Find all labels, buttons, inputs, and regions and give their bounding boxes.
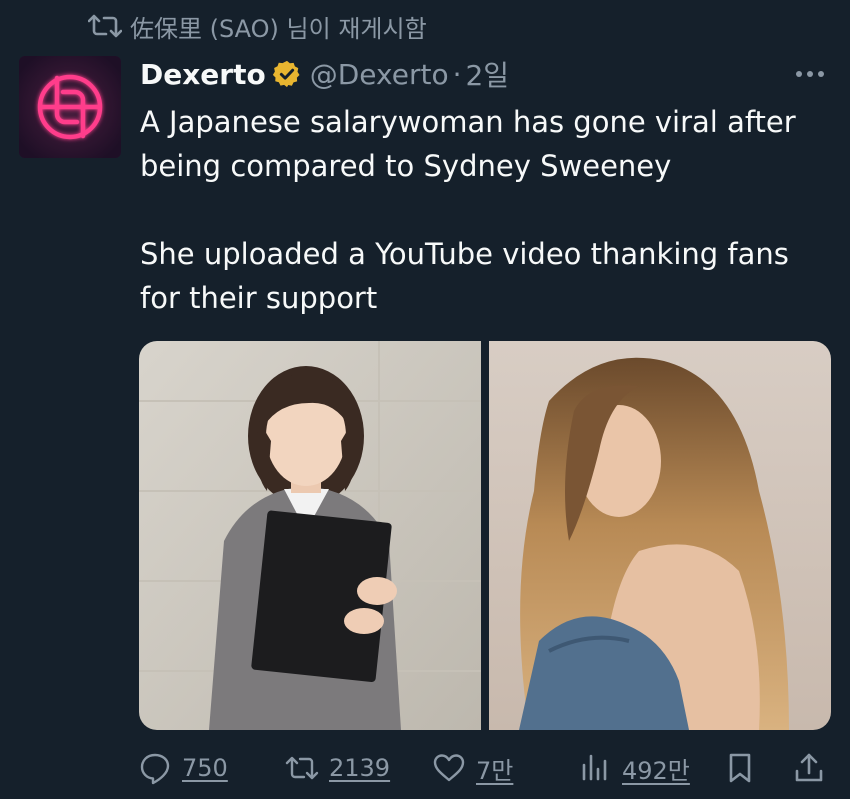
heart-icon [433, 754, 465, 782]
tweet-paragraph-1: A Japanese salarywoman has gone viral af… [140, 105, 796, 183]
photo-japanese-woman [139, 341, 481, 730]
reply-count: 750 [182, 754, 228, 782]
more-options-icon[interactable] [792, 60, 828, 88]
bookmark-icon [729, 753, 751, 783]
verified-badge-icon [272, 60, 300, 88]
views-button[interactable]: 492만 [578, 751, 690, 786]
views-count: 492만 [622, 756, 690, 785]
media-grid [139, 341, 831, 730]
views-bar-chart-icon [582, 754, 607, 781]
retweet-icon [88, 14, 122, 38]
reply-bubble-icon [140, 753, 170, 785]
tweet-paragraph-2: She uploaded a YouTube video thanking fa… [140, 237, 789, 315]
tweet-text: A Japanese salarywoman has gone viral af… [140, 100, 830, 320]
tweet-header: Dexerto @Dexerto · 2일 [140, 52, 509, 96]
like-count: 7만 [476, 756, 514, 785]
repost-count: 2139 [329, 754, 391, 782]
share-icon [795, 753, 823, 782]
dexerto-logo-icon [19, 56, 121, 158]
photo-sydney-sweeney [489, 341, 831, 730]
separator-dot: · [452, 57, 462, 91]
share-button[interactable] [792, 751, 836, 785]
like-button[interactable]: 7만 [432, 751, 513, 786]
reply-button[interactable]: 750 [138, 751, 228, 785]
author-name[interactable]: Dexerto [140, 58, 266, 91]
repost-indicator[interactable]: 佐保里 (SAO) 님이 재게시함 [88, 6, 427, 46]
action-bar: 750 2139 7만 492만 [138, 748, 830, 788]
avatar[interactable] [19, 56, 121, 158]
repost-text: 佐保里 (SAO) 님이 재게시함 [130, 14, 427, 43]
photo-right[interactable] [489, 341, 831, 730]
bookmark-button[interactable] [723, 751, 767, 785]
photo-left[interactable] [139, 341, 481, 730]
author-handle[interactable]: @Dexerto [310, 58, 449, 91]
post-time[interactable]: 2일 [465, 54, 509, 94]
retweet-icon [285, 756, 319, 780]
repost-button[interactable]: 2139 [285, 751, 390, 785]
